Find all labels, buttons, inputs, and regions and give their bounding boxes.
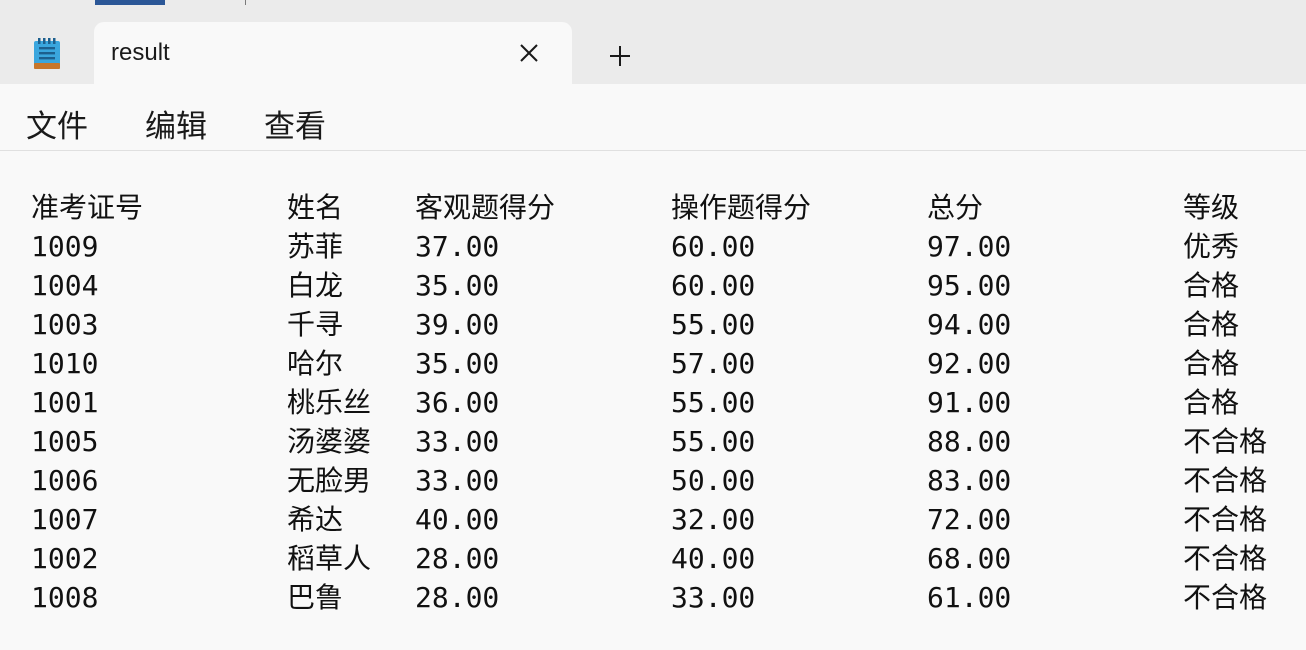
notepad-icon bbox=[34, 38, 60, 69]
cell-name: 汤婆婆 bbox=[287, 425, 372, 458]
background-window-fragment bbox=[245, 0, 246, 5]
cell-name: 苏菲 bbox=[287, 230, 344, 263]
cell-grade: 合格 bbox=[1183, 308, 1240, 341]
cell-grade: 合格 bbox=[1183, 269, 1240, 302]
cell-candidate-id: 1010 bbox=[31, 347, 99, 380]
cell-total-score: 92.00 bbox=[927, 347, 1012, 380]
cell-name: 白龙 bbox=[287, 269, 344, 302]
tab-result[interactable]: result bbox=[94, 22, 572, 84]
cell-name: 桃乐丝 bbox=[287, 386, 372, 419]
cell-total-score: 97.00 bbox=[927, 230, 1012, 263]
cell-total-score: 72.00 bbox=[927, 503, 1012, 536]
cell-total-score: 95.00 bbox=[927, 269, 1012, 302]
cell-operation-score: 40.00 bbox=[671, 542, 756, 575]
menu-view[interactable]: 查看 bbox=[264, 101, 326, 146]
cell-operation-score: 55.00 bbox=[671, 386, 756, 419]
cell-grade: 不合格 bbox=[1183, 464, 1268, 497]
cell-grade: 不合格 bbox=[1183, 542, 1268, 575]
cell-name: 巴鲁 bbox=[287, 581, 344, 614]
cell-total-score: 94.00 bbox=[927, 308, 1012, 341]
header-candidate-id: 准考证号 bbox=[31, 191, 144, 224]
cell-objective-score: 39.00 bbox=[415, 308, 500, 341]
cell-total-score: 91.00 bbox=[927, 386, 1012, 419]
cell-grade: 合格 bbox=[1183, 347, 1240, 380]
menu-edit[interactable]: 编辑 bbox=[145, 101, 207, 146]
cell-operation-score: 55.00 bbox=[671, 308, 756, 341]
cell-grade: 不合格 bbox=[1183, 425, 1268, 458]
cell-operation-score: 32.00 bbox=[671, 503, 756, 536]
tab-bar: result bbox=[0, 6, 1306, 84]
header-name: 姓名 bbox=[287, 191, 344, 224]
header-operation-score: 操作题得分 bbox=[671, 191, 812, 224]
cell-name: 哈尔 bbox=[287, 347, 344, 380]
cell-grade: 不合格 bbox=[1183, 581, 1268, 614]
cell-objective-score: 36.00 bbox=[415, 386, 500, 419]
cell-name: 千寻 bbox=[287, 308, 344, 341]
cell-total-score: 83.00 bbox=[927, 464, 1012, 497]
menu-file[interactable]: 文件 bbox=[26, 101, 88, 146]
cell-objective-score: 37.00 bbox=[415, 230, 500, 263]
cell-total-score: 61.00 bbox=[927, 581, 1012, 614]
cell-operation-score: 33.00 bbox=[671, 581, 756, 614]
cell-name: 无脸男 bbox=[287, 464, 372, 497]
cell-candidate-id: 1001 bbox=[31, 386, 99, 419]
cell-candidate-id: 1002 bbox=[31, 542, 99, 575]
cell-candidate-id: 1003 bbox=[31, 308, 99, 341]
cell-objective-score: 33.00 bbox=[415, 425, 500, 458]
cell-total-score: 88.00 bbox=[927, 425, 1012, 458]
cell-candidate-id: 1005 bbox=[31, 425, 99, 458]
cell-objective-score: 28.00 bbox=[415, 581, 500, 614]
header-grade: 等级 bbox=[1183, 191, 1240, 224]
header-total-score: 总分 bbox=[927, 191, 984, 224]
cell-candidate-id: 1006 bbox=[31, 464, 99, 497]
cell-operation-score: 60.00 bbox=[671, 230, 756, 263]
text-editor-area[interactable]: 准考证号 姓名 客观题得分 操作题得分 总分 等级 1009 苏菲 37.00 60.00 97.0… bbox=[0, 151, 1306, 650]
cell-operation-score: 55.00 bbox=[671, 425, 756, 458]
cell-grade: 不合格 bbox=[1183, 503, 1268, 536]
cell-candidate-id: 1004 bbox=[31, 269, 99, 302]
tab-title: result bbox=[111, 39, 170, 66]
cell-operation-score: 57.00 bbox=[671, 347, 756, 380]
cell-name: 稻草人 bbox=[287, 542, 372, 575]
cell-objective-score: 33.00 bbox=[415, 464, 500, 497]
cell-grade: 合格 bbox=[1183, 386, 1240, 419]
cell-total-score: 68.00 bbox=[927, 542, 1012, 575]
background-window-fragment bbox=[95, 0, 165, 5]
cell-objective-score: 40.00 bbox=[415, 503, 500, 536]
cell-operation-score: 60.00 bbox=[671, 269, 756, 302]
cell-grade: 优秀 bbox=[1183, 230, 1240, 263]
cell-objective-score: 35.00 bbox=[415, 269, 500, 302]
close-icon[interactable] bbox=[518, 42, 540, 64]
cell-operation-score: 50.00 bbox=[671, 464, 756, 497]
cell-candidate-id: 1009 bbox=[31, 230, 99, 263]
cell-objective-score: 28.00 bbox=[415, 542, 500, 575]
cell-candidate-id: 1007 bbox=[31, 503, 99, 536]
cell-candidate-id: 1008 bbox=[31, 581, 99, 614]
menu-bar: 文件 编辑 查看 bbox=[0, 84, 1306, 151]
cell-name: 希达 bbox=[287, 503, 344, 536]
plus-icon[interactable] bbox=[606, 42, 634, 70]
header-objective-score: 客观题得分 bbox=[415, 191, 556, 224]
cell-objective-score: 35.00 bbox=[415, 347, 500, 380]
